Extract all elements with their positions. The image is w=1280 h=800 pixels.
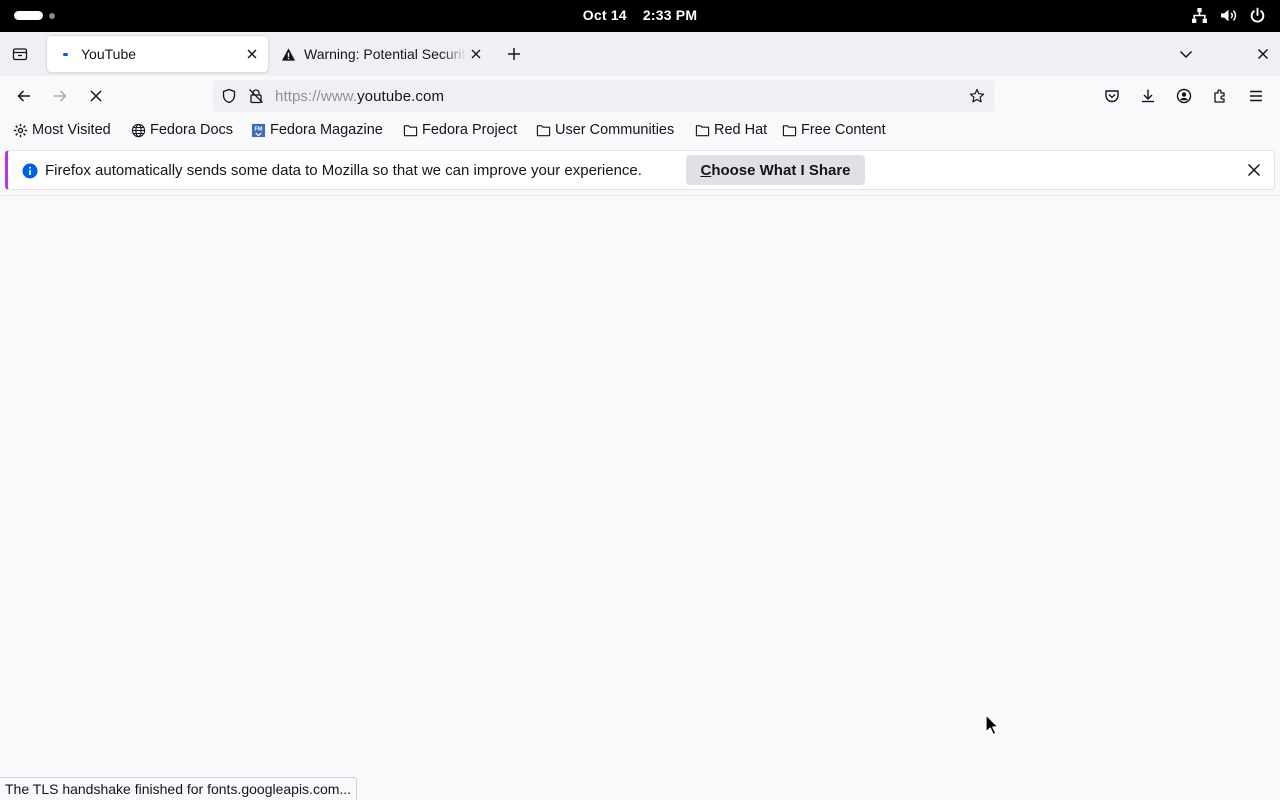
notification-message: Firefox automatically sends some data to… (45, 162, 642, 179)
stop-icon (90, 90, 102, 102)
navigation-toolbar: https://www.youtube.com (0, 76, 1280, 116)
close-icon (471, 49, 481, 59)
folder-icon (695, 124, 710, 136)
bookmark-user-communities[interactable]: User Communities (536, 122, 674, 138)
back-button[interactable] (14, 86, 34, 106)
choose-what-i-share-button[interactable]: Choose What I Share (686, 155, 865, 185)
bookmark-label: User Communities (555, 122, 675, 138)
gear-icon (13, 123, 28, 137)
bookmark-most-visited[interactable]: Most Visited (13, 122, 111, 138)
bookmark-fedora-docs[interactable]: Fedora Docs (131, 122, 233, 138)
firefox-view-button[interactable] (8, 44, 32, 64)
tracking-protection-button[interactable] (220, 88, 238, 104)
bookmarks-toolbar: Most Visited Fedora Docs FM Fedora Magaz… (0, 116, 1280, 146)
clock-date: Oct 14 (582, 7, 627, 23)
bookmark-fedora-magazine[interactable]: FM Fedora Magazine (251, 122, 383, 138)
clock[interactable]: Oct 14 2:33 PM (0, 7, 1280, 23)
power-icon (1250, 7, 1265, 23)
window-close-button[interactable] (1253, 44, 1273, 64)
bookmark-free-content[interactable]: Free Content (782, 122, 886, 138)
network-icon (1192, 8, 1207, 23)
tab-strip: YouTube Warning: Potential Security Risk… (0, 32, 1280, 76)
bookmark-red-hat[interactable]: Red Hat (695, 122, 767, 138)
system-top-bar: Oct 14 2:33 PM (0, 0, 1280, 32)
account-button[interactable] (1174, 86, 1194, 106)
folder-icon (536, 124, 551, 136)
list-all-tabs-button[interactable] (1176, 44, 1196, 64)
globe-icon (131, 123, 146, 137)
status-bar: The TLS handshake finished for fonts.goo… (0, 777, 358, 800)
downloads-button[interactable] (1138, 86, 1158, 106)
button-mnemonic: C (700, 161, 712, 179)
volume-icon (1221, 9, 1237, 22)
close-icon[interactable] (1246, 162, 1262, 178)
forward-button[interactable] (50, 86, 70, 106)
tab-title: YouTube (81, 46, 137, 62)
data-collection-notification: Firefox automatically sends some data to… (5, 150, 1275, 190)
download-icon (1142, 89, 1154, 103)
fedora-magazine-icon: FM (251, 123, 266, 137)
url-text[interactable]: https://www.youtube.com (275, 88, 444, 105)
bookmark-label: Fedora Magazine (270, 122, 383, 138)
bookmark-fedora-project[interactable]: Fedora Project (403, 122, 517, 138)
new-tab-button[interactable] (504, 44, 524, 64)
stop-loading-button[interactable] (86, 86, 106, 106)
bookmark-label: Free Content (801, 122, 886, 138)
plus-icon (508, 48, 520, 60)
bookmark-label: Red Hat (714, 122, 768, 138)
arrow-right-icon (54, 90, 67, 102)
close-icon (247, 49, 257, 59)
warning-icon (280, 46, 296, 62)
mouse-pointer-icon (985, 714, 999, 736)
hamburger-menu-icon (1250, 90, 1262, 102)
system-tray[interactable] (1191, 7, 1266, 24)
pocket-button[interactable] (1102, 86, 1122, 106)
url-prefix: https://www. (275, 88, 358, 105)
page-content[interactable] (0, 195, 1280, 800)
star-icon (969, 88, 985, 103)
firefox-view-icon (12, 48, 28, 61)
tab-close-button[interactable] (242, 44, 262, 64)
pocket-icon (1105, 90, 1119, 103)
site-info-button[interactable] (247, 88, 265, 104)
url-domain: youtube.com (357, 88, 445, 105)
loading-dot-icon (57, 46, 73, 62)
shield-icon (222, 88, 236, 104)
status-text: The TLS handshake finished for fonts.goo… (5, 781, 352, 797)
chevron-down-icon (1179, 50, 1193, 59)
tab-youtube[interactable]: YouTube (47, 36, 268, 72)
bookmark-label: Fedora Project (422, 122, 518, 138)
button-label: hoose What I Share (711, 161, 851, 179)
extensions-button[interactable] (1210, 86, 1230, 106)
folder-icon (403, 124, 418, 136)
bookmark-label: Fedora Docs (150, 122, 234, 138)
app-menu-button[interactable] (1246, 86, 1266, 106)
folder-icon (782, 124, 797, 136)
bookmark-label: Most Visited (32, 122, 111, 138)
url-bar[interactable]: https://www.youtube.com (213, 80, 994, 112)
puzzle-icon (1214, 89, 1225, 103)
close-icon (1257, 48, 1269, 60)
tab-close-button[interactable] (466, 44, 486, 64)
account-icon (1176, 88, 1192, 104)
info-icon (22, 163, 38, 179)
clock-time: 2:33 PM (642, 7, 698, 23)
lock-icon (249, 89, 263, 104)
arrow-left-icon (17, 90, 30, 102)
bookmark-page-button[interactable] (968, 88, 986, 104)
tab-security-warning[interactable]: Warning: Potential Security Risk Ahead (274, 36, 490, 72)
svg-text:FM: FM (254, 126, 262, 132)
tab-title: Warning: Potential Security Risk Ahead (304, 46, 466, 62)
